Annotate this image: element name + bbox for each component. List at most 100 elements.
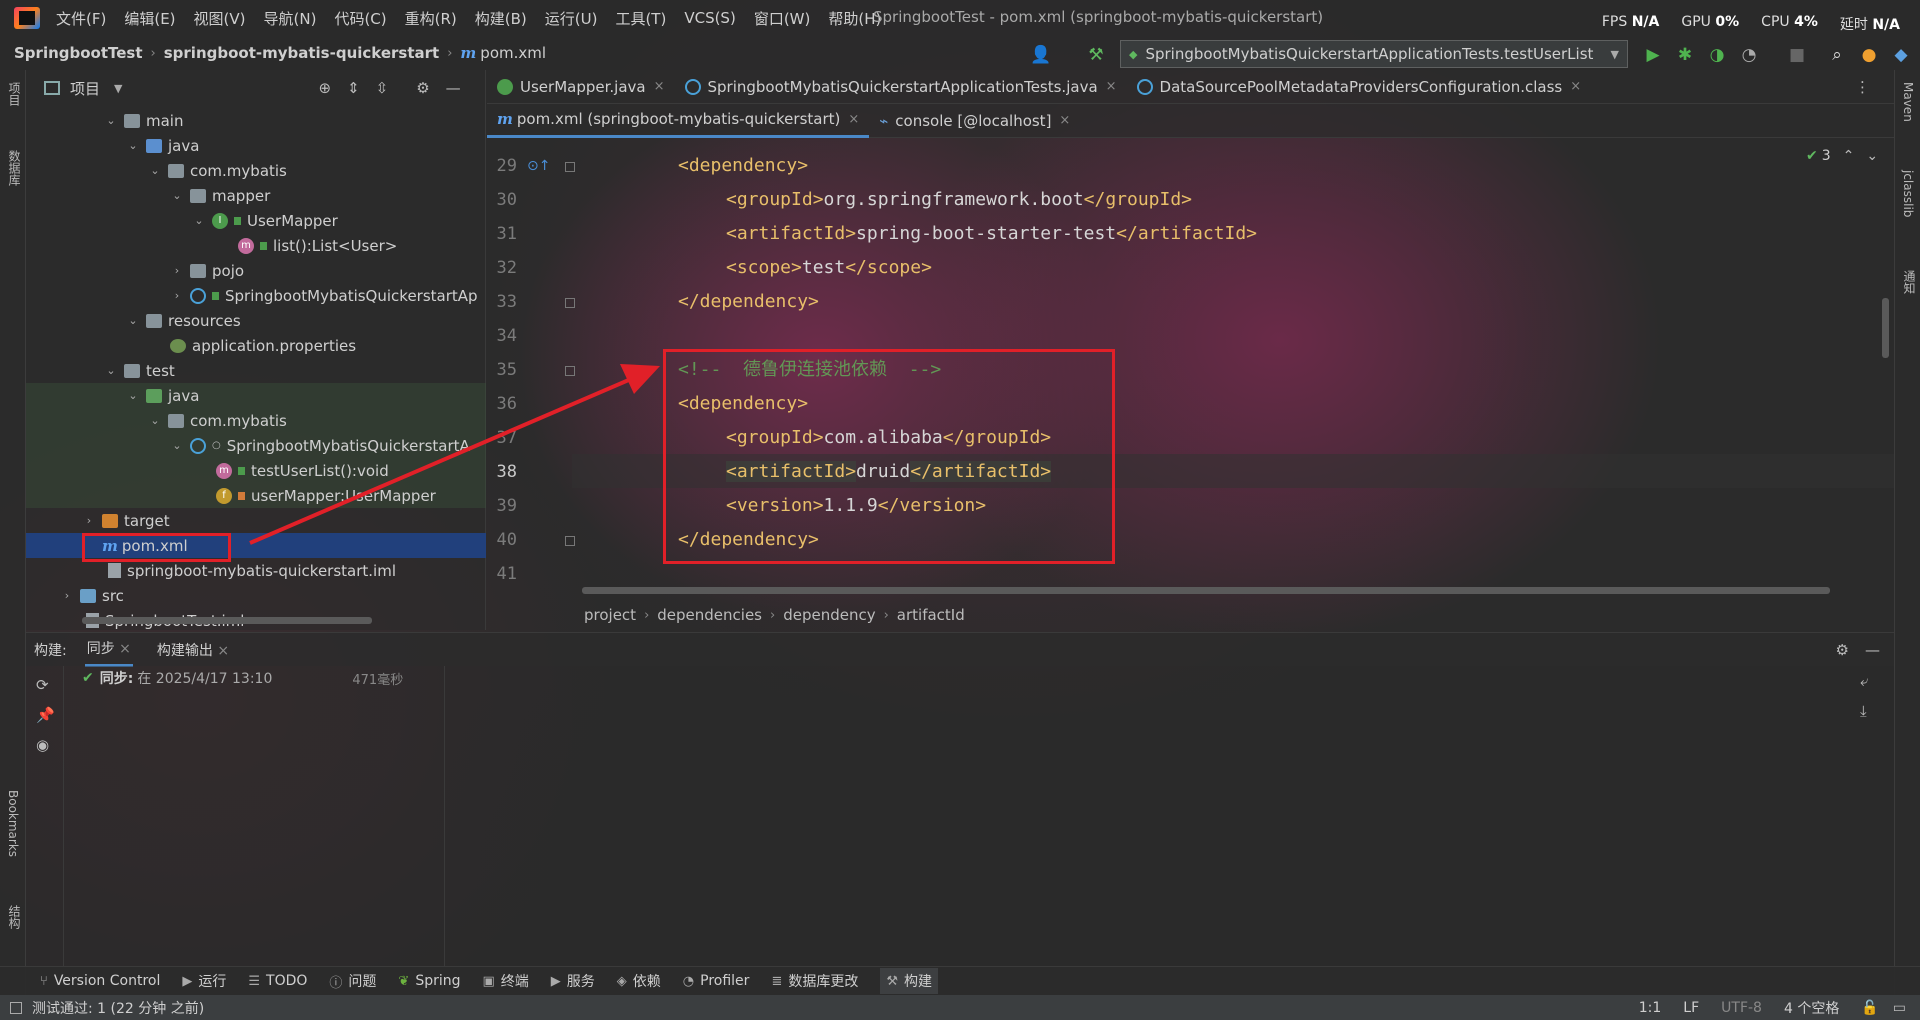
close-icon[interactable]: × <box>1570 79 1581 94</box>
gear-icon[interactable]: ⚙ <box>416 79 429 97</box>
navigate-to-parent-icon[interactable]: ⊙↑ <box>527 158 550 174</box>
tree-item-test-class[interactable]: ⌄ ○ SpringbootMybatisQuickerstartA <box>26 433 486 458</box>
tool-database-changes[interactable]: ≣ 数据库更改 <box>771 971 858 991</box>
tool-dependencies[interactable]: ◈ 依赖 <box>617 971 661 991</box>
stop-icon[interactable]: ■ <box>1786 44 1808 66</box>
scroll-to-end-icon[interactable]: ⤓ <box>1860 702 1867 720</box>
line-separator[interactable]: LF <box>1683 1000 1699 1016</box>
run-configuration-select[interactable]: ◆ SpringbootMybatisQuickerstartApplicati… <box>1120 40 1628 68</box>
maven-tool-button[interactable]: Maven <box>1901 82 1915 122</box>
lock-icon[interactable]: 🔓 <box>1861 1000 1878 1016</box>
tree-item-application-properties[interactable]: application.properties <box>26 333 486 358</box>
close-icon[interactable]: × <box>119 641 131 657</box>
database-tool-button[interactable]: 数据库 <box>6 150 23 186</box>
tree-item-target[interactable]: › target <box>26 508 486 533</box>
tool-run[interactable]: ▶ 运行 <box>182 971 226 991</box>
tool-services[interactable]: ▶ 服务 <box>551 971 595 991</box>
caret-position[interactable]: 1:1 <box>1639 1000 1662 1016</box>
tab-console[interactable]: ⌁ console [@localhost] × <box>869 104 1080 138</box>
menu-build[interactable]: 构建(B) <box>475 8 527 29</box>
structure-tool-button[interactable]: 结构 <box>6 905 23 929</box>
user-account-icon[interactable]: 👤 <box>1030 44 1052 66</box>
profile-icon[interactable]: ◔ <box>1738 44 1760 66</box>
nav-file[interactable]: pom.xml <box>480 44 546 62</box>
minimize-icon[interactable]: — <box>446 79 461 97</box>
tool-spring[interactable]: ❦ Spring <box>398 973 460 989</box>
notifications-tool-button[interactable]: 通知 <box>1901 270 1918 294</box>
tree-item-list-method[interactable]: m list():List<User> <box>26 233 486 258</box>
tool-profiler[interactable]: ◔ Profiler <box>683 973 750 989</box>
tree-item-src[interactable]: › src <box>26 583 486 608</box>
pin-icon[interactable]: 📌 <box>36 706 55 724</box>
toggle-tool-windows-icon[interactable] <box>10 1001 22 1014</box>
tree-item-pojo[interactable]: › pojo <box>26 258 486 283</box>
breadcrumb-item[interactable]: project <box>584 606 636 624</box>
tab-pom-xml[interactable]: m pom.xml (springboot-mybatis-quickerstar… <box>487 104 870 138</box>
tab-tests-java[interactable]: SpringbootMybatisQuickerstartApplication… <box>675 70 1127 104</box>
menu-tools[interactable]: 工具(T) <box>615 8 666 29</box>
menu-view[interactable]: 视图(V) <box>194 8 246 29</box>
tool-problems[interactable]: ⓘ 问题 <box>329 971 376 991</box>
locate-file-icon[interactable]: ⊕ <box>318 79 331 97</box>
tree-item-test-package[interactable]: ⌄ com.mybatis <box>26 408 486 433</box>
breadcrumb-item[interactable]: dependencies <box>657 606 762 624</box>
breadcrumb-item[interactable]: artifactId <box>897 606 965 624</box>
tab-datasource-class[interactable]: DataSourcePoolMetadataProvidersConfigura… <box>1127 70 1592 104</box>
menu-vcs[interactable]: VCS(S) <box>684 9 735 27</box>
tab-usermapper-java[interactable]: UserMapper.java × <box>487 70 675 104</box>
jclasslib-tool-button[interactable]: jclasslib <box>1901 170 1915 217</box>
tree-item-application-class[interactable]: › SpringbootMybatisQuickerstartAp <box>26 283 486 308</box>
build-hammer-icon[interactable]: ⚒ <box>1085 44 1107 66</box>
gear-icon[interactable]: ⚙ <box>1836 641 1849 659</box>
more-tabs-icon[interactable]: ⋮ <box>1855 78 1870 96</box>
coverage-icon[interactable]: ◑ <box>1706 44 1728 66</box>
status-message[interactable]: 测试通过: 1 (22 分钟 之前) <box>32 998 204 1018</box>
expand-all-icon[interactable]: ⇕ <box>347 79 360 97</box>
eye-icon[interactable]: ◉ <box>36 736 49 754</box>
menu-code[interactable]: 代码(C) <box>334 8 386 29</box>
search-icon[interactable]: ⌕ <box>1826 44 1848 66</box>
breadcrumb-item[interactable]: dependency <box>783 606 875 624</box>
tree-item-java[interactable]: ⌄ java <box>26 133 486 158</box>
tool-version-control[interactable]: ⑂ Version Control <box>40 973 160 989</box>
editor-horizontal-scrollbar[interactable] <box>582 587 1830 594</box>
close-icon[interactable]: × <box>217 643 229 659</box>
run-icon[interactable]: ▶ <box>1642 44 1664 66</box>
tree-item-main[interactable]: ⌄ main <box>26 108 486 133</box>
tab-build-output[interactable]: 构建输出 × <box>157 640 229 660</box>
editor-vertical-scrollbar[interactable] <box>1882 298 1889 358</box>
menu-file[interactable]: 文件(F) <box>56 8 106 29</box>
tool-terminal[interactable]: ▣ 终端 <box>483 971 529 991</box>
nav-module[interactable]: springboot-mybatis-quickerstart <box>164 44 439 62</box>
close-icon[interactable]: × <box>1059 113 1070 128</box>
close-icon[interactable]: × <box>1106 79 1117 94</box>
collapse-all-icon[interactable]: ⇳ <box>376 79 389 97</box>
tree-item-test[interactable]: ⌄ test <box>26 358 486 383</box>
file-encoding[interactable]: UTF-8 <box>1721 1000 1762 1016</box>
sync-result-row[interactable]: ✔ 同步: 在 2025/4/17 13:10 471毫秒 <box>82 668 403 688</box>
project-tool-button[interactable]: 项目 <box>6 82 23 106</box>
project-horizontal-scrollbar[interactable] <box>82 617 372 624</box>
menu-run[interactable]: 运行(U) <box>545 8 598 29</box>
menu-window[interactable]: 窗口(W) <box>754 8 811 29</box>
soft-wrap-icon[interactable]: ⤶ <box>1860 672 1868 690</box>
tree-item-package[interactable]: ⌄ com.mybatis <box>26 158 486 183</box>
menu-edit[interactable]: 编辑(E) <box>124 8 175 29</box>
tree-item-field[interactable]: f userMapper:UserMapper <box>26 483 486 508</box>
update-icon[interactable]: ● <box>1858 44 1880 66</box>
project-panel-title[interactable]: 项目 <box>70 78 100 99</box>
menu-refactor[interactable]: 重构(R) <box>405 8 457 29</box>
minimize-icon[interactable]: — <box>1865 641 1880 659</box>
menu-navigate[interactable]: 导航(N) <box>264 8 317 29</box>
tool-build[interactable]: ⚒ 构建 <box>880 968 938 994</box>
refresh-icon[interactable]: ⟳ <box>36 676 49 694</box>
indent-setting[interactable]: 4 个空格 <box>1784 998 1839 1018</box>
tree-item-resources[interactable]: ⌄ resources <box>26 308 486 333</box>
close-icon[interactable]: × <box>848 112 859 127</box>
close-icon[interactable]: × <box>654 79 665 94</box>
tool-todo[interactable]: ☰ TODO <box>248 973 307 989</box>
tree-item-mapper[interactable]: ⌄ mapper <box>26 183 486 208</box>
bookmarks-tool-button[interactable]: Bookmarks <box>6 790 20 857</box>
memory-indicator-icon[interactable]: ▭ <box>1893 1000 1906 1016</box>
tab-sync[interactable]: 同步 × <box>84 632 133 667</box>
